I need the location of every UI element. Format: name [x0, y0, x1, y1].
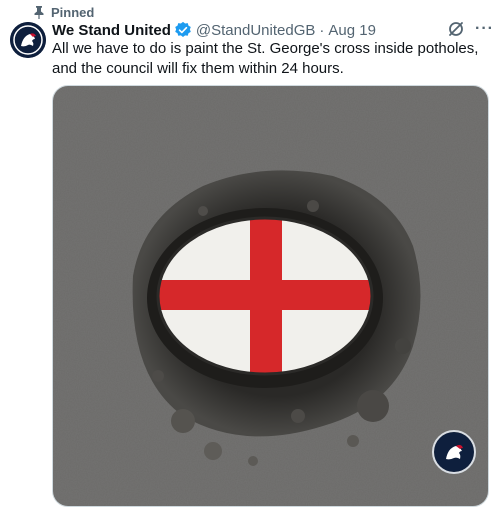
tweet-text: All we have to do is paint the St. Georg… [52, 40, 479, 77]
author-handle[interactable]: @StandUnitedGB [196, 22, 315, 39]
author-display-name[interactable]: We Stand United [52, 22, 171, 39]
pinned-indicator: Pinned [33, 3, 94, 21]
pinned-label: Pinned [51, 4, 95, 20]
pin-icon [34, 6, 44, 19]
verified-badge-icon [175, 21, 191, 38]
tweet-date[interactable]: Aug 19 [328, 22, 376, 39]
avatar-lion-logo-icon [10, 22, 46, 58]
watermark-logo-icon [432, 430, 476, 474]
avatar[interactable] [10, 22, 46, 58]
tweet-header-actions: ··· [447, 20, 494, 38]
grok-icon[interactable] [447, 20, 465, 38]
pothole-st-george-cross-photo [53, 86, 488, 506]
tweet-header: We Stand United @StandUnitedGB · Aug 19 [52, 20, 490, 40]
tweet-media-image[interactable] [52, 85, 489, 507]
more-options-icon[interactable]: ··· [475, 20, 494, 38]
separator-dot: · [319, 21, 325, 39]
